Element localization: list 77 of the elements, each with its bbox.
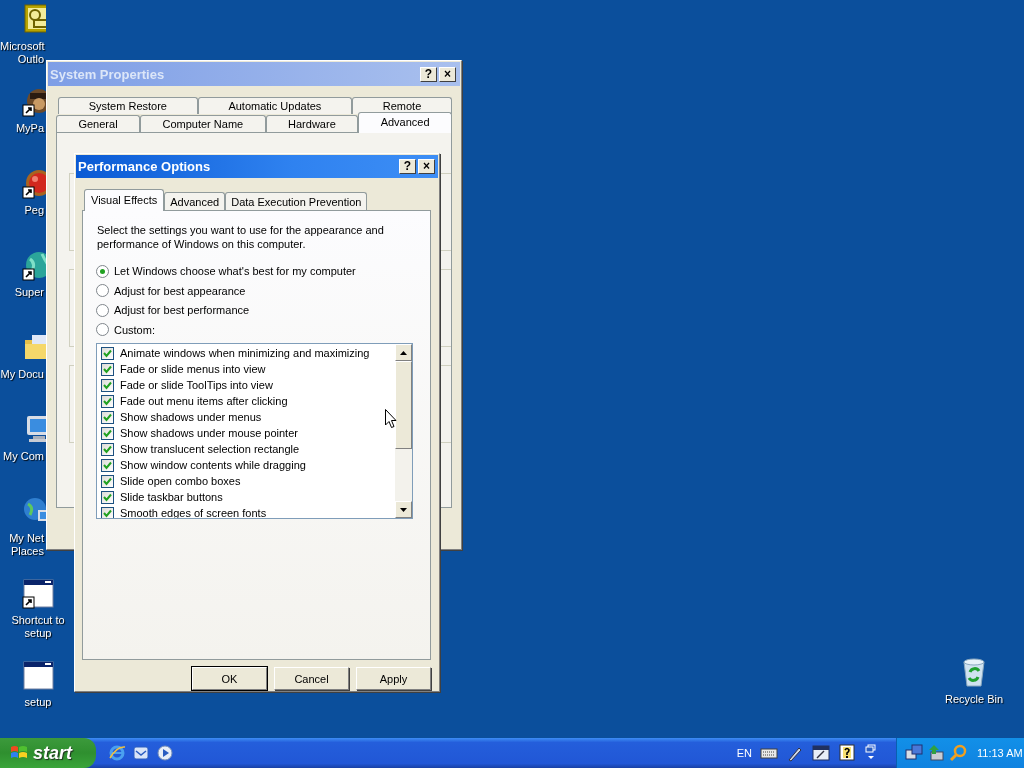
help-icon[interactable] [838,744,856,762]
close-button[interactable]: × [418,158,435,174]
tab[interactable]: Remote [352,97,452,114]
scroll-thumb[interactable] [395,361,412,450]
window-title: System Properties [50,66,166,82]
radio-label[interactable]: Let Windows choose what's best for my computer [114,265,356,278]
dialog-button[interactable]: Cancel [274,667,349,690]
language-indicator[interactable]: EN [736,747,752,759]
window-icon[interactable] [22,659,54,691]
dialog-button[interactable]: Apply [356,667,431,690]
clock: 11:13 AM [977,747,1023,759]
checkbox-label[interactable]: Fade or slide menus into view [120,363,266,376]
checkbox[interactable] [101,426,114,440]
checkbox-label[interactable]: Fade out menu items after clicking [120,395,288,408]
icon-label[interactable]: setup [24,696,52,709]
monitor-icon[interactable] [812,744,830,762]
radio-button[interactable] [96,284,109,298]
description-text: Select the settings you want to use for the appearance and performance of Windows on this computer. [97,222,385,251]
help-button[interactable]: ? [420,66,437,82]
tab[interactable]: System Restore [58,97,198,114]
tab[interactable]: Advanced [164,191,226,210]
checkbox[interactable] [101,362,114,376]
radio-label[interactable]: Custom: [114,323,155,336]
checkbox[interactable] [101,410,114,424]
checkbox[interactable] [101,458,114,472]
envelope-icon[interactable] [22,3,46,35]
checkbox[interactable] [101,394,114,408]
tab[interactable]: Hardware [265,115,359,132]
checkbox[interactable] [101,442,114,456]
checkbox[interactable] [101,346,114,360]
icon-label[interactable]: Shortcut to setup [1,614,75,640]
radio-button[interactable] [96,323,109,337]
checkbox[interactable] [101,506,114,519]
icon-label[interactable]: Super [0,286,44,299]
checkbox-label[interactable]: Show shadows under mouse pointer [120,427,298,440]
checkbox-label[interactable]: Slide taskbar buttons [120,491,223,504]
icon-label[interactable]: My Com [0,450,44,463]
radio-label[interactable]: Adjust for best appearance [114,284,246,297]
icon-label[interactable]: MyPa [0,122,44,135]
radio-label[interactable]: Adjust for best performance [114,304,250,317]
down-arrow-icon[interactable] [400,507,407,512]
play-icon[interactable] [156,744,174,762]
window-icon[interactable] [22,577,54,609]
dialog-button[interactable]: OK [192,667,267,690]
icon-label[interactable]: My Net Places [0,532,44,558]
checkbox[interactable] [101,474,114,488]
scroll-bar[interactable] [395,344,412,519]
transfer-icon[interactable] [927,744,945,762]
help-button[interactable]: ? [399,158,416,174]
tab[interactable]: Advanced [358,112,453,133]
window-title: Performance Options [78,158,212,174]
icon-label[interactable]: Recycle Bin [944,693,1004,705]
checkbox[interactable] [101,490,114,504]
checkbox-label[interactable]: Fade or slide ToolTips into view [120,379,273,392]
network-icon[interactable] [905,744,923,762]
tab[interactable]: Automatic Updates [197,97,353,114]
close-button[interactable]: × [439,66,456,82]
checkbox-label[interactable]: Show window contents while dragging [120,459,306,472]
icon-label[interactable]: Microsoft Outlo [0,40,44,66]
tab[interactable]: Data Execution Prevention [225,191,368,210]
checkbox-label[interactable]: Slide open combo boxes [120,475,241,488]
envelope-icon[interactable] [132,744,150,762]
radio-button[interactable] [96,264,109,278]
radio-button[interactable] [96,303,109,317]
tab[interactable]: Computer Name [140,115,266,132]
up-arrow-icon[interactable] [400,350,407,355]
start-button[interactable]: start [0,738,96,768]
checkbox-label[interactable]: Show translucent selection rectangle [120,443,300,456]
checkbox-label[interactable]: Show shadows under menus [120,411,262,424]
icon-label[interactable]: My Docu [0,368,44,381]
checkbox-label[interactable]: Animate windows when minimizing and maximizing [120,347,370,360]
checkbox[interactable] [101,378,114,392]
icon-label[interactable]: Peg [0,204,44,217]
tab[interactable]: General [56,115,141,132]
mouse-pointer-icon [385,409,397,428]
tab[interactable]: Visual Effects [84,188,165,211]
browser-icon[interactable] [108,744,126,762]
